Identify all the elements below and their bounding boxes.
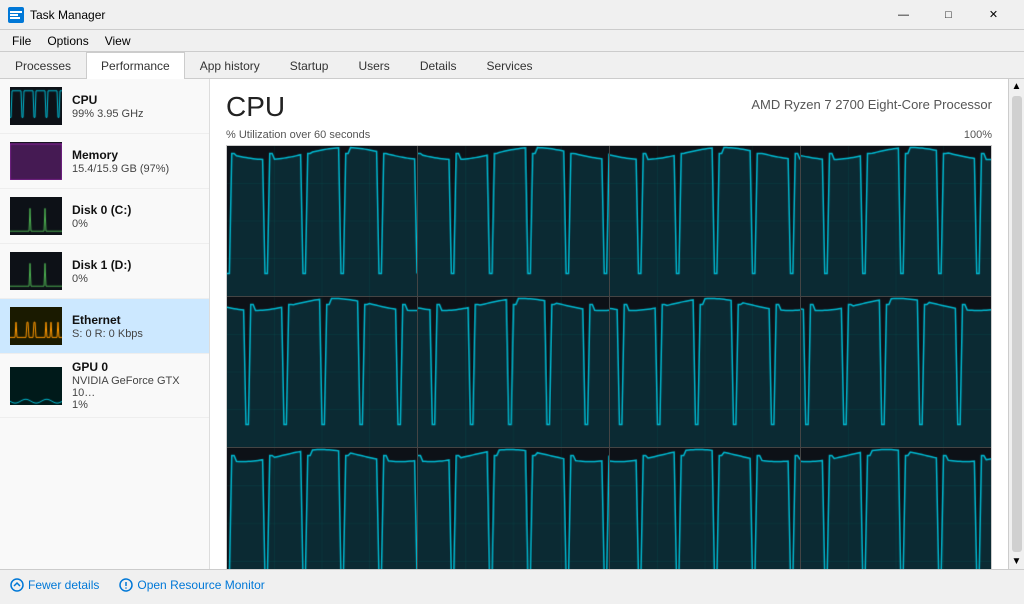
memory-value: 15.4/15.9 GB (97%) bbox=[72, 163, 199, 175]
cpu-cell-6 bbox=[610, 297, 800, 447]
tab-services[interactable]: Services bbox=[472, 52, 548, 79]
scroll-thumb bbox=[1012, 96, 1022, 552]
ethernet-label: Ethernet bbox=[72, 313, 199, 327]
gpu0-label: GPU 0 bbox=[72, 360, 199, 374]
disk0-value: 0% bbox=[72, 218, 199, 230]
sidebar-item-cpu[interactable]: CPU 99% 3.95 GHz bbox=[0, 79, 209, 134]
open-resource-monitor-label: Open Resource Monitor bbox=[137, 578, 264, 592]
content-panel: CPU AMD Ryzen 7 2700 Eight-Core Processo… bbox=[210, 79, 1008, 569]
fewer-details-label: Fewer details bbox=[28, 578, 99, 592]
right-scrollbar[interactable]: ▲ ▼ bbox=[1008, 79, 1024, 569]
menu-options[interactable]: Options bbox=[39, 32, 96, 50]
tab-performance[interactable]: Performance bbox=[86, 52, 185, 79]
sidebar-item-disk0[interactable]: Disk 0 (C:) 0% bbox=[0, 189, 209, 244]
cpu-cell-0 bbox=[227, 146, 417, 296]
sidebar-item-ethernet[interactable]: Ethernet S: 0 R: 0 Kbps bbox=[0, 299, 209, 354]
graph-label: % Utilization over 60 seconds bbox=[226, 129, 370, 141]
tab-processes[interactable]: Processes bbox=[0, 52, 86, 79]
chevron-up-icon bbox=[10, 578, 24, 592]
cpu-cell-1 bbox=[418, 146, 608, 296]
sidebar-item-gpu0[interactable]: GPU 0 NVIDIA GeForce GTX 10…1% bbox=[0, 354, 209, 418]
window-title: Task Manager bbox=[30, 8, 881, 22]
menu-bar: File Options View bbox=[0, 30, 1024, 52]
cpu-model: AMD Ryzen 7 2700 Eight-Core Processor bbox=[751, 97, 992, 112]
cpu-cell-7 bbox=[801, 297, 991, 447]
cpu-cell-2 bbox=[610, 146, 800, 296]
content-header: CPU AMD Ryzen 7 2700 Eight-Core Processo… bbox=[226, 91, 992, 123]
graph-max-label: 100% bbox=[964, 129, 992, 143]
scroll-down-btn[interactable]: ▼ bbox=[1012, 556, 1022, 567]
cpu-cell-3 bbox=[801, 146, 991, 296]
cpu-cell-8 bbox=[227, 448, 417, 569]
tab-startup[interactable]: Startup bbox=[275, 52, 344, 79]
cpu-cell-5 bbox=[418, 297, 608, 447]
main-area: CPU 99% 3.95 GHz Memory 15.4/15.9 GB (97… bbox=[0, 79, 1024, 569]
tab-users[interactable]: Users bbox=[343, 52, 404, 79]
footer: Fewer details Open Resource Monitor bbox=[0, 569, 1024, 599]
tab-details[interactable]: Details bbox=[405, 52, 472, 79]
menu-file[interactable]: File bbox=[4, 32, 39, 50]
tab-app-history[interactable]: App history bbox=[185, 52, 275, 79]
cpu-cell-4 bbox=[227, 297, 417, 447]
ethernet-value: S: 0 R: 0 Kbps bbox=[72, 328, 199, 340]
maximize-button[interactable]: □ bbox=[926, 0, 971, 30]
close-button[interactable]: ✕ bbox=[971, 0, 1016, 30]
app-icon bbox=[8, 7, 24, 23]
disk1-label: Disk 1 (D:) bbox=[72, 258, 199, 272]
window-controls: — □ ✕ bbox=[881, 0, 1016, 30]
cpu-thumbnail bbox=[10, 87, 62, 125]
sidebar-item-disk1[interactable]: Disk 1 (D:) 0% bbox=[0, 244, 209, 299]
fewer-details-button[interactable]: Fewer details bbox=[10, 578, 99, 592]
cpu-cell-11 bbox=[801, 448, 991, 569]
cpu-cell-9 bbox=[418, 448, 608, 569]
minimize-button[interactable]: — bbox=[881, 0, 926, 30]
disk1-value: 0% bbox=[72, 273, 199, 285]
cpu-cell-10 bbox=[610, 448, 800, 569]
sidebar: CPU 99% 3.95 GHz Memory 15.4/15.9 GB (97… bbox=[0, 79, 210, 569]
memory-label: Memory bbox=[72, 148, 199, 162]
ethernet-thumbnail bbox=[10, 307, 62, 345]
scroll-up-btn[interactable]: ▲ bbox=[1012, 81, 1022, 92]
page-title: CPU bbox=[226, 91, 285, 123]
open-resource-monitor-button[interactable]: Open Resource Monitor bbox=[119, 578, 264, 592]
gpu0-value: NVIDIA GeForce GTX 10…1% bbox=[72, 375, 199, 411]
disk1-thumbnail bbox=[10, 252, 62, 290]
menu-view[interactable]: View bbox=[97, 32, 139, 50]
warning-icon bbox=[119, 578, 133, 592]
title-bar: Task Manager — □ ✕ bbox=[0, 0, 1024, 30]
cpu-graph bbox=[226, 145, 992, 569]
tab-bar: Processes Performance App history Startu… bbox=[0, 52, 1024, 79]
sidebar-item-memory[interactable]: Memory 15.4/15.9 GB (97%) bbox=[0, 134, 209, 189]
disk0-thumbnail bbox=[10, 197, 62, 235]
gpu0-thumbnail bbox=[10, 367, 62, 405]
disk0-label: Disk 0 (C:) bbox=[72, 203, 199, 217]
cpu-label: CPU bbox=[72, 93, 199, 107]
cpu-value: 99% 3.95 GHz bbox=[72, 108, 199, 120]
memory-thumbnail bbox=[10, 142, 62, 180]
